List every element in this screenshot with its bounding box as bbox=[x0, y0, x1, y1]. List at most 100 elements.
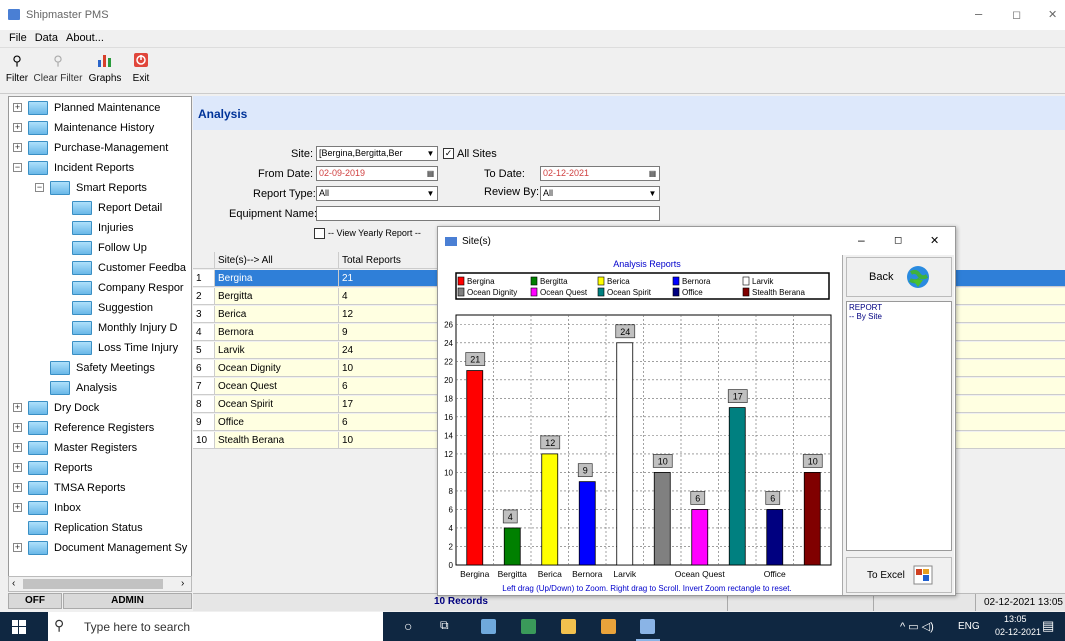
cell-site[interactable]: Larvik bbox=[215, 342, 339, 359]
grid-row[interactable]: 4 Bernora 9 bbox=[193, 324, 438, 341]
tree-item[interactable]: Company Respor bbox=[9, 278, 191, 298]
all-sites-checkbox[interactable]: ✓ bbox=[443, 148, 454, 159]
expand-icon[interactable]: + bbox=[13, 403, 22, 412]
exit-button[interactable]: Exit bbox=[129, 52, 153, 84]
language-indicator[interactable]: ENG bbox=[958, 621, 980, 632]
cell-site[interactable]: Bernora bbox=[215, 324, 339, 341]
cell-total[interactable]: 6 bbox=[339, 378, 438, 395]
report-list-item[interactable]: -- By Site bbox=[849, 312, 882, 321]
grid-header-site[interactable]: Site(s)--> All bbox=[215, 252, 339, 269]
grid-row[interactable]: 2 Bergitta 4 bbox=[193, 288, 438, 305]
back-button[interactable]: Back bbox=[846, 257, 952, 297]
cortana-icon[interactable]: ○ bbox=[404, 618, 412, 634]
tree-item[interactable]: Safety Meetings bbox=[9, 358, 191, 378]
clock-date[interactable]: 02-12-2021 bbox=[995, 627, 1041, 637]
cell-site[interactable]: Berica bbox=[215, 306, 339, 323]
notification-icon[interactable]: ▤ bbox=[1042, 618, 1054, 634]
expand-icon[interactable]: + bbox=[13, 463, 22, 472]
tree-item[interactable]: + Reports bbox=[9, 458, 191, 478]
collapse-icon[interactable]: − bbox=[35, 183, 44, 192]
cell-total[interactable]: 10 bbox=[339, 360, 438, 377]
expand-icon[interactable]: + bbox=[13, 143, 22, 152]
grid-row[interactable]: 7 Ocean Quest 6 bbox=[193, 378, 438, 395]
dialog-close-button[interactable]: ✕ bbox=[930, 234, 939, 247]
cell-total[interactable]: 21 bbox=[339, 270, 438, 287]
tray-icons[interactable]: ^ ▭ ◁) bbox=[900, 620, 934, 633]
dialog-minimize-button[interactable]: – bbox=[858, 233, 865, 247]
taskbar-app-icon[interactable] bbox=[481, 619, 496, 634]
to-date-input[interactable]: 02-12-2021 ▦ bbox=[540, 166, 660, 181]
tree-item[interactable]: Customer Feedba bbox=[9, 258, 191, 278]
tree-item[interactable]: + Reference Registers bbox=[9, 418, 191, 438]
cell-site[interactable]: Stealth Berana bbox=[215, 432, 339, 449]
report-type-select[interactable]: All ▼ bbox=[316, 186, 438, 201]
cell-total[interactable]: 6 bbox=[339, 414, 438, 431]
equipment-name-input[interactable] bbox=[316, 206, 660, 221]
tree-item[interactable]: Monthly Injury D bbox=[9, 318, 191, 338]
minimize-button[interactable]: – bbox=[975, 6, 982, 21]
tree-item[interactable]: + Master Registers bbox=[9, 438, 191, 458]
expand-icon[interactable]: + bbox=[13, 103, 22, 112]
menu-data[interactable]: Data bbox=[31, 30, 62, 44]
tree-item[interactable]: Analysis bbox=[9, 378, 191, 398]
tree-item[interactable]: Suggestion bbox=[9, 298, 191, 318]
graphs-button[interactable]: Graphs bbox=[87, 52, 123, 84]
tree-item[interactable]: + Purchase-Management bbox=[9, 138, 191, 158]
cell-total[interactable]: 9 bbox=[339, 324, 438, 341]
to-excel-button[interactable]: To Excel bbox=[846, 557, 952, 593]
filter-button[interactable]: ⚲ Filter bbox=[5, 52, 29, 84]
clear-filter-button[interactable]: ⚲ Clear Filter bbox=[31, 52, 85, 84]
tree-item[interactable]: + Inbox bbox=[9, 498, 191, 518]
calendar-icon[interactable]: ▦ bbox=[425, 168, 436, 179]
cell-total[interactable]: 17 bbox=[339, 396, 438, 413]
grid-row[interactable]: 10 Stealth Berana 10 bbox=[193, 432, 438, 449]
expand-icon[interactable]: + bbox=[13, 503, 22, 512]
tree-item[interactable]: + Document Management Sy bbox=[9, 538, 191, 558]
expand-icon[interactable]: + bbox=[13, 543, 22, 552]
cell-site[interactable]: Ocean Dignity bbox=[215, 360, 339, 377]
cell-total[interactable]: 12 bbox=[339, 306, 438, 323]
view-yearly-checkbox[interactable] bbox=[314, 228, 325, 239]
scroll-right-icon[interactable]: › bbox=[181, 578, 184, 589]
menu-about[interactable]: About... bbox=[62, 30, 108, 44]
maximize-button[interactable]: ◻ bbox=[1012, 8, 1021, 21]
cell-site[interactable]: Bergitta bbox=[215, 288, 339, 305]
cell-site[interactable]: Bergina bbox=[215, 270, 339, 287]
close-button[interactable]: ✕ bbox=[1048, 8, 1057, 21]
grid-row[interactable]: 3 Berica 12 bbox=[193, 306, 438, 323]
grid-header-total[interactable]: Total Reports bbox=[339, 252, 438, 269]
taskbar-search-box[interactable]: ⚲ Type here to search bbox=[48, 612, 383, 641]
report-list-head[interactable]: REPORT bbox=[849, 303, 882, 312]
tree-item[interactable]: − Incident Reports bbox=[9, 158, 191, 178]
expand-icon[interactable]: + bbox=[13, 483, 22, 492]
tree-item[interactable]: Replication Status bbox=[9, 518, 191, 538]
dialog-maximize-button[interactable]: ◻ bbox=[894, 235, 902, 246]
expand-icon[interactable]: + bbox=[13, 423, 22, 432]
grid-row[interactable]: 6 Ocean Dignity 10 bbox=[193, 360, 438, 377]
report-list[interactable]: REPORT -- By Site bbox=[846, 301, 952, 551]
bar-chart[interactable]: Analysis Reports Bergina Bergitta Berica Ber… bbox=[439, 255, 839, 595]
cell-total[interactable]: 4 bbox=[339, 288, 438, 305]
file-explorer-icon[interactable] bbox=[561, 619, 576, 634]
clock-time[interactable]: 13:05 bbox=[1004, 614, 1027, 624]
calendar-icon[interactable]: ▦ bbox=[647, 168, 658, 179]
collapse-icon[interactable]: − bbox=[13, 163, 22, 172]
grid-row[interactable]: 9 Office 6 bbox=[193, 414, 438, 431]
tree-horizontal-scrollbar[interactable]: ‹ › bbox=[8, 576, 192, 592]
grid-row[interactable]: 8 Ocean Spirit 17 bbox=[193, 396, 438, 413]
tree-item[interactable]: Loss Time Injury bbox=[9, 338, 191, 358]
tree-item[interactable]: + Dry Dock bbox=[9, 398, 191, 418]
tree-item[interactable]: + Planned Maintenance bbox=[9, 98, 191, 118]
cell-site[interactable]: Ocean Quest bbox=[215, 378, 339, 395]
menu-file[interactable]: File bbox=[5, 30, 31, 44]
taskbar-folder-icon[interactable] bbox=[601, 619, 616, 634]
review-by-select[interactable]: All ▼ bbox=[540, 186, 660, 201]
task-view-icon[interactable]: ⧉ bbox=[440, 618, 449, 633]
grid-row[interactable]: 1 Bergina 21 bbox=[193, 270, 438, 287]
excel-taskbar-icon[interactable] bbox=[521, 619, 536, 634]
tree-item[interactable]: Report Detail bbox=[9, 198, 191, 218]
cell-total[interactable]: 10 bbox=[339, 432, 438, 449]
scroll-thumb[interactable] bbox=[23, 579, 163, 589]
windows-start-icon[interactable] bbox=[12, 620, 26, 634]
tree-item[interactable]: − Smart Reports bbox=[9, 178, 191, 198]
